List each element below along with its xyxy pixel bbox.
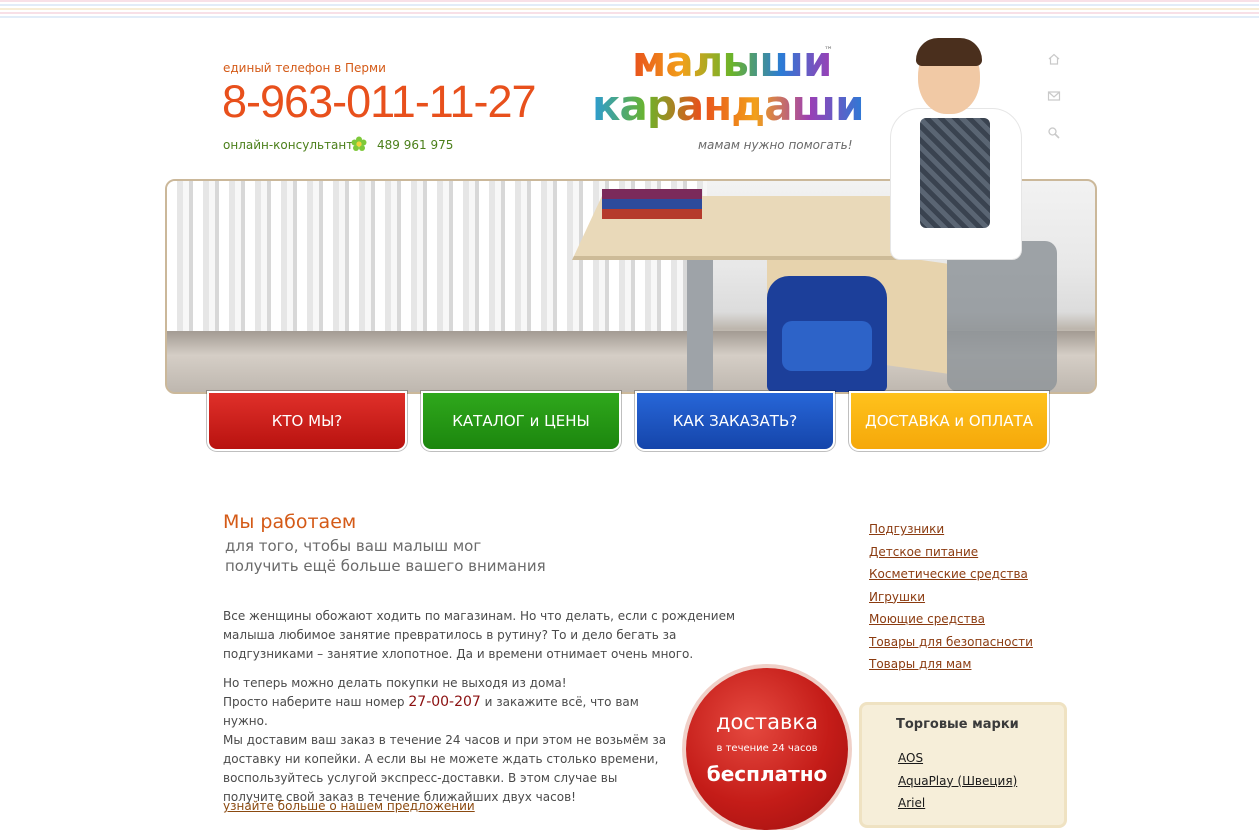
logo-line-1: малыши xyxy=(592,40,862,84)
category-link-safety[interactable]: Товары для безопасности xyxy=(869,631,1033,654)
utility-icons xyxy=(1047,52,1063,163)
page-headline: Мы работаем xyxy=(223,511,357,533)
logo-text-1: малыши xyxy=(632,37,832,86)
boy-vest xyxy=(920,118,990,228)
free-delivery-badge[interactable]: доставка в течение 24 часов бесплатно xyxy=(686,668,848,830)
main-nav: КТО МЫ? КАТАЛОГ и ЦЕНЫ КАК ЗАКАЗАТЬ? ДОС… xyxy=(209,393,1051,451)
boy-hair xyxy=(916,38,982,66)
subhead-line-2: получить ещё больше вашего внимания xyxy=(225,557,546,575)
promo-top-text: доставка xyxy=(716,710,818,734)
offer-line-1: Но теперь можно делать покупки не выходя… xyxy=(223,676,567,690)
brand-link[interactable]: Ariel xyxy=(898,792,1017,815)
offer-details: Мы доставим ваш заказ в течение 24 часов… xyxy=(223,733,667,804)
category-link-diapers[interactable]: Подгузники xyxy=(869,518,1033,541)
boy-illustration xyxy=(880,38,1030,268)
logo-line-2: карандаши xyxy=(592,81,865,130)
category-link-for-moms[interactable]: Товары для мам xyxy=(869,653,1033,676)
banner-backpack-pocket xyxy=(782,321,872,371)
offer-line-2: Просто наберите наш номер 27-00-207 и за… xyxy=(223,693,673,731)
brands-list: AOS AquaPlay (Швеция) Ariel xyxy=(898,747,1017,815)
nav-button-delivery[interactable]: ДОСТАВКА и ОПЛАТА xyxy=(851,393,1047,449)
banner-books xyxy=(602,189,702,219)
site-logo[interactable]: малыши карандаши ™ xyxy=(592,40,865,130)
top-decorative-stripes xyxy=(0,0,1259,20)
phone-number: 8-963-011-11-27 xyxy=(222,76,537,127)
icq-number[interactable]: 489 961 975 xyxy=(377,138,453,152)
nav-button-about[interactable]: КТО МЫ? xyxy=(209,393,405,449)
category-list: Подгузники Детское питание Косметические… xyxy=(869,518,1033,676)
order-phone-number: 27-00-207 xyxy=(408,694,481,710)
brand-link[interactable]: AquaPlay (Швеция) xyxy=(898,770,1017,793)
category-link-toys[interactable]: Игрушки xyxy=(869,586,1033,609)
slogan: мамам нужно помогать! xyxy=(698,138,853,152)
offer-paragraph: Но теперь можно делать покупки не выходя… xyxy=(223,674,673,807)
online-consultant-label: онлайн-консультант xyxy=(223,138,354,152)
intro-paragraph: Все женщины обожают ходить по магазинам.… xyxy=(223,609,736,661)
promo-middle-text: в течение 24 часов xyxy=(716,743,818,754)
phone-caption: единый телефон в Перми xyxy=(223,61,386,75)
nav-button-catalog[interactable]: КАТАЛОГ и ЦЕНЫ xyxy=(423,393,619,449)
nav-button-how-to-order[interactable]: КАК ЗАКАЗАТЬ? xyxy=(637,393,833,449)
category-link-baby-food[interactable]: Детское питание xyxy=(869,541,1033,564)
search-icon[interactable] xyxy=(1047,126,1061,140)
banner-desk-leg xyxy=(687,251,713,392)
brands-title: Торговые марки xyxy=(896,717,1019,732)
page-subheadline: для того, чтобы ваш малыш мог получить е… xyxy=(225,536,546,576)
icq-flower-icon[interactable] xyxy=(351,136,367,152)
trademark-mark: ™ xyxy=(824,46,833,56)
home-icon[interactable] xyxy=(1047,52,1061,66)
subhead-line-1: для того, чтобы ваш малыш мог xyxy=(225,537,482,555)
brands-panel: Торговые марки AOS AquaPlay (Швеция) Ari… xyxy=(859,702,1067,828)
offer-line-2-start: Просто наберите наш номер xyxy=(223,695,409,709)
mail-icon[interactable] xyxy=(1047,89,1061,103)
learn-more-link[interactable]: узнайте больше о нашем предложении xyxy=(223,799,475,813)
promo-bottom-text: бесплатно xyxy=(706,762,828,786)
logo-text-2: карандаши xyxy=(592,81,865,130)
category-link-detergents[interactable]: Моющие средства xyxy=(869,608,1033,631)
category-link-cosmetics[interactable]: Косметические средства xyxy=(869,563,1033,586)
brand-link[interactable]: AOS xyxy=(898,747,1017,770)
